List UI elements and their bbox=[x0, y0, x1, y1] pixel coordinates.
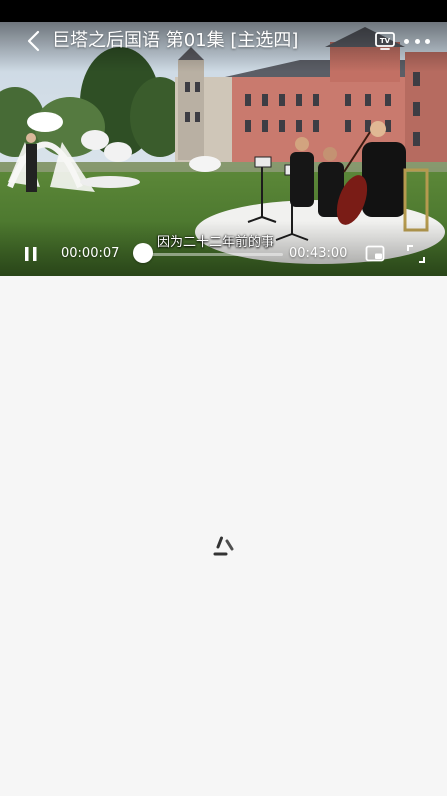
more-dot bbox=[414, 38, 420, 44]
pause-button[interactable] bbox=[22, 244, 40, 264]
current-time: 00:00:07 bbox=[61, 246, 120, 261]
tv-badge-label: TV bbox=[380, 37, 391, 45]
tv-cast-icon: TV bbox=[375, 32, 395, 50]
fullscreen-button[interactable] bbox=[406, 244, 426, 264]
tv-cast-button[interactable]: TV bbox=[374, 31, 396, 51]
picture-in-picture-icon bbox=[365, 245, 385, 262]
more-options-button[interactable] bbox=[404, 31, 430, 51]
total-time: 00:43:00 bbox=[289, 246, 348, 261]
more-dot bbox=[425, 38, 430, 44]
back-button[interactable] bbox=[20, 28, 46, 54]
progress-thumb[interactable] bbox=[133, 243, 153, 263]
loading-spinner-icon bbox=[213, 536, 234, 556]
more-dots-icon bbox=[404, 38, 409, 44]
video-title: 巨塔之后国语 第01集 [主选四] bbox=[52, 30, 299, 51]
video-player[interactable]: 巨塔之后国语 第01集 [主选四] TV 因为二十二年前的事 00:00:07 … bbox=[0, 22, 447, 276]
progress-bar[interactable] bbox=[143, 253, 283, 256]
chevron-left-icon bbox=[27, 30, 40, 52]
fullscreen-icon bbox=[407, 245, 425, 263]
pause-icon bbox=[25, 247, 37, 261]
status-bar bbox=[0, 0, 447, 22]
video-subtitle: 因为二十二年前的事 bbox=[157, 235, 275, 250]
picture-in-picture-button[interactable] bbox=[365, 245, 385, 263]
